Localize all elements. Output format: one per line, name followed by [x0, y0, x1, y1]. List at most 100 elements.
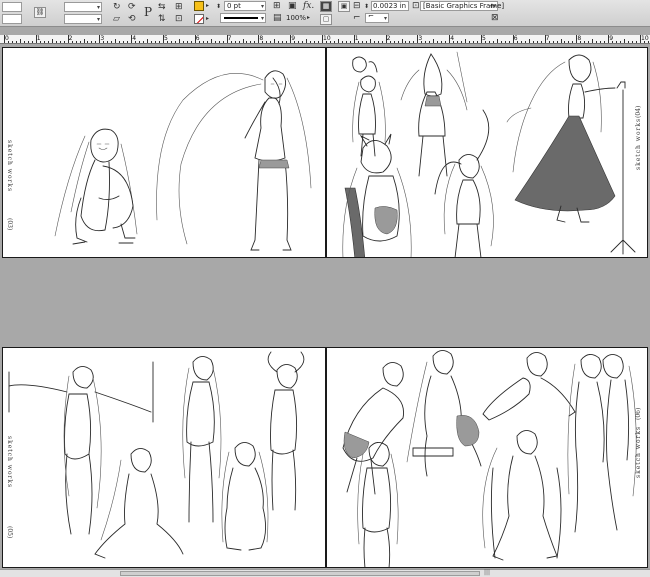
- sketch-figure-dress-microphone: [506, 54, 636, 255]
- type-on-path-icon[interactable]: P: [144, 6, 152, 18]
- ruler-tick: [190, 41, 192, 43]
- ruler-tick: [405, 41, 407, 43]
- ruler-tick: [556, 41, 558, 43]
- select-content-icon[interactable]: ⊡: [175, 14, 183, 24]
- ruler-tick: [469, 41, 471, 43]
- ruler-tick: [361, 41, 363, 43]
- ruler-tick: [508, 41, 510, 43]
- ruler-tick: [572, 41, 574, 43]
- constrain-proportions-button[interactable]: ⛓: [34, 7, 46, 18]
- offset-field[interactable]: 0.0023 in: [371, 1, 409, 11]
- ruler-tick: [23, 41, 25, 43]
- page-left-spread-2[interactable]: sketch works (05): [2, 347, 326, 568]
- page-right-spread-1[interactable]: sketch works (04): [326, 47, 648, 258]
- sketch-figure-crouching: [221, 442, 269, 551]
- ruler-tick: [325, 41, 327, 43]
- rotate-ccw-icon[interactable]: ⟲: [128, 14, 136, 24]
- ruler-tick: [155, 41, 157, 43]
- zoom-arrow-icon[interactable]: ▸: [307, 13, 310, 23]
- clear-style-icon[interactable]: ⊠: [491, 13, 499, 23]
- reference-y-field[interactable]: [2, 14, 22, 24]
- ruler-tick: [298, 41, 300, 43]
- ruler-tick: [329, 41, 331, 43]
- sketch-illustration: [342, 51, 636, 257]
- ruler-tick: [139, 41, 141, 43]
- ruler-tick: [369, 39, 371, 43]
- fill-dropdown-icon[interactable]: ▸: [206, 1, 209, 11]
- sketch-illustration: [8, 351, 305, 559]
- effects-fx-icon[interactable]: fx.: [303, 1, 314, 11]
- drop-shadow-icon[interactable]: ▢: [320, 14, 332, 25]
- scale-y-field[interactable]: ▾: [64, 14, 102, 24]
- offset-value: 0.0023 in: [373, 2, 407, 10]
- page-right-spread-2[interactable]: sketch works (06): [326, 347, 648, 568]
- ruler-tick: [95, 41, 97, 43]
- stroke-style-icon[interactable]: ⊞: [273, 1, 281, 11]
- ruler-tick: [55, 41, 57, 43]
- ruler-tick: [492, 41, 494, 43]
- ruler-tick: [357, 41, 359, 43]
- page-left-spread-1[interactable]: sketch works (03): [2, 47, 326, 258]
- ruler-tick: [544, 35, 546, 43]
- ruler-tick: [19, 39, 21, 43]
- ruler-tick: [397, 41, 399, 43]
- ruler-tick: [592, 39, 594, 43]
- ruler-tick: [385, 35, 387, 43]
- ruler-tick: [377, 41, 379, 43]
- zoom-value[interactable]: 100%: [286, 13, 306, 23]
- stroke-weight-spinner-icon[interactable]: ⬍: [216, 2, 221, 12]
- ruler-tick: [632, 41, 634, 43]
- sketch-figure-standing-nude: [182, 356, 222, 523]
- fitting-frame-icon[interactable]: ⊟: [353, 1, 361, 11]
- select-container-icon[interactable]: ⊞: [175, 2, 183, 12]
- stroke-weight-value: 0 pt: [227, 2, 241, 10]
- shear-icon[interactable]: ▱: [113, 14, 120, 24]
- reference-x-field[interactable]: [2, 2, 22, 12]
- stroke-swatch[interactable]: [194, 14, 204, 24]
- text-wrap-icon[interactable]: ▣: [338, 1, 350, 12]
- flip-horizontal-icon[interactable]: ⇆: [158, 2, 166, 12]
- scrollbar-grip[interactable]: |||: [484, 569, 490, 576]
- ruler-tick: [540, 41, 542, 43]
- ruler-tick: [473, 41, 475, 43]
- ruler-tick: [643, 41, 645, 43]
- rotate-icon[interactable]: ↻: [113, 2, 121, 12]
- stroke-weight-field[interactable]: 0 pt ▾: [224, 1, 266, 11]
- ruler-tick: [254, 41, 256, 43]
- ruler-tick: [210, 39, 212, 43]
- wrap-icon[interactable]: ▣: [288, 1, 297, 11]
- ruler-tick: [83, 39, 85, 43]
- effects-icon[interactable]: ▦: [320, 1, 332, 12]
- sketch-figure-leg-raised: [406, 350, 482, 477]
- ruler-tick: [51, 39, 53, 43]
- ruler-tick: [27, 41, 29, 43]
- rotate-cw-icon[interactable]: ⟳: [128, 2, 136, 12]
- control-panel: ⛓ ▾ ▾ ↻ ▱ ⟳ ⟲ P ⇆ ⇅ ⊞ ⊡ ▸ ▸ ⬍ 0 pt ▾ ▾ ⊞…: [0, 0, 650, 27]
- fill-swatch[interactable]: [194, 1, 204, 11]
- ruler-tick: [151, 41, 153, 43]
- scale-x-field[interactable]: ▾: [64, 2, 102, 12]
- horizontal-ruler[interactable]: 0 1 2 3 4 5 6 7 8 9 10 1 2 3 4 5 6 7 8 9 10: [0, 35, 650, 44]
- ruler-tick: [63, 41, 65, 43]
- corner-options-icon[interactable]: ⌐: [353, 13, 361, 23]
- ruler-tick: [413, 41, 415, 43]
- ruler-tick: [318, 41, 320, 43]
- ruler-tick: [67, 35, 69, 43]
- ruler-tick: [266, 41, 268, 43]
- ruler-tick: [159, 41, 161, 43]
- ruler-tick: [4, 35, 5, 43]
- stroke-type-dropdown[interactable]: ▾: [220, 13, 266, 23]
- ruler-tick: [214, 41, 216, 43]
- sketch-figure-winged: [400, 51, 468, 177]
- ruler-tick: [560, 39, 562, 43]
- scrollbar-thumb[interactable]: [120, 571, 480, 576]
- object-style-dropdown[interactable]: [Basic Graphics Frame] + ▾: [420, 1, 504, 11]
- ruler-tick: [230, 41, 232, 43]
- ruler-tick: [274, 39, 276, 43]
- flip-vertical-icon[interactable]: ⇅: [158, 14, 166, 24]
- stroke-dropdown-icon[interactable]: ▸: [206, 14, 209, 24]
- sketch-figure-seated-floor: [94, 448, 184, 559]
- ruler-tick: [616, 41, 618, 43]
- corner-shape-dropdown[interactable]: ⌐ ▾: [365, 12, 389, 23]
- horizontal-scrollbar[interactable]: |||: [0, 569, 650, 577]
